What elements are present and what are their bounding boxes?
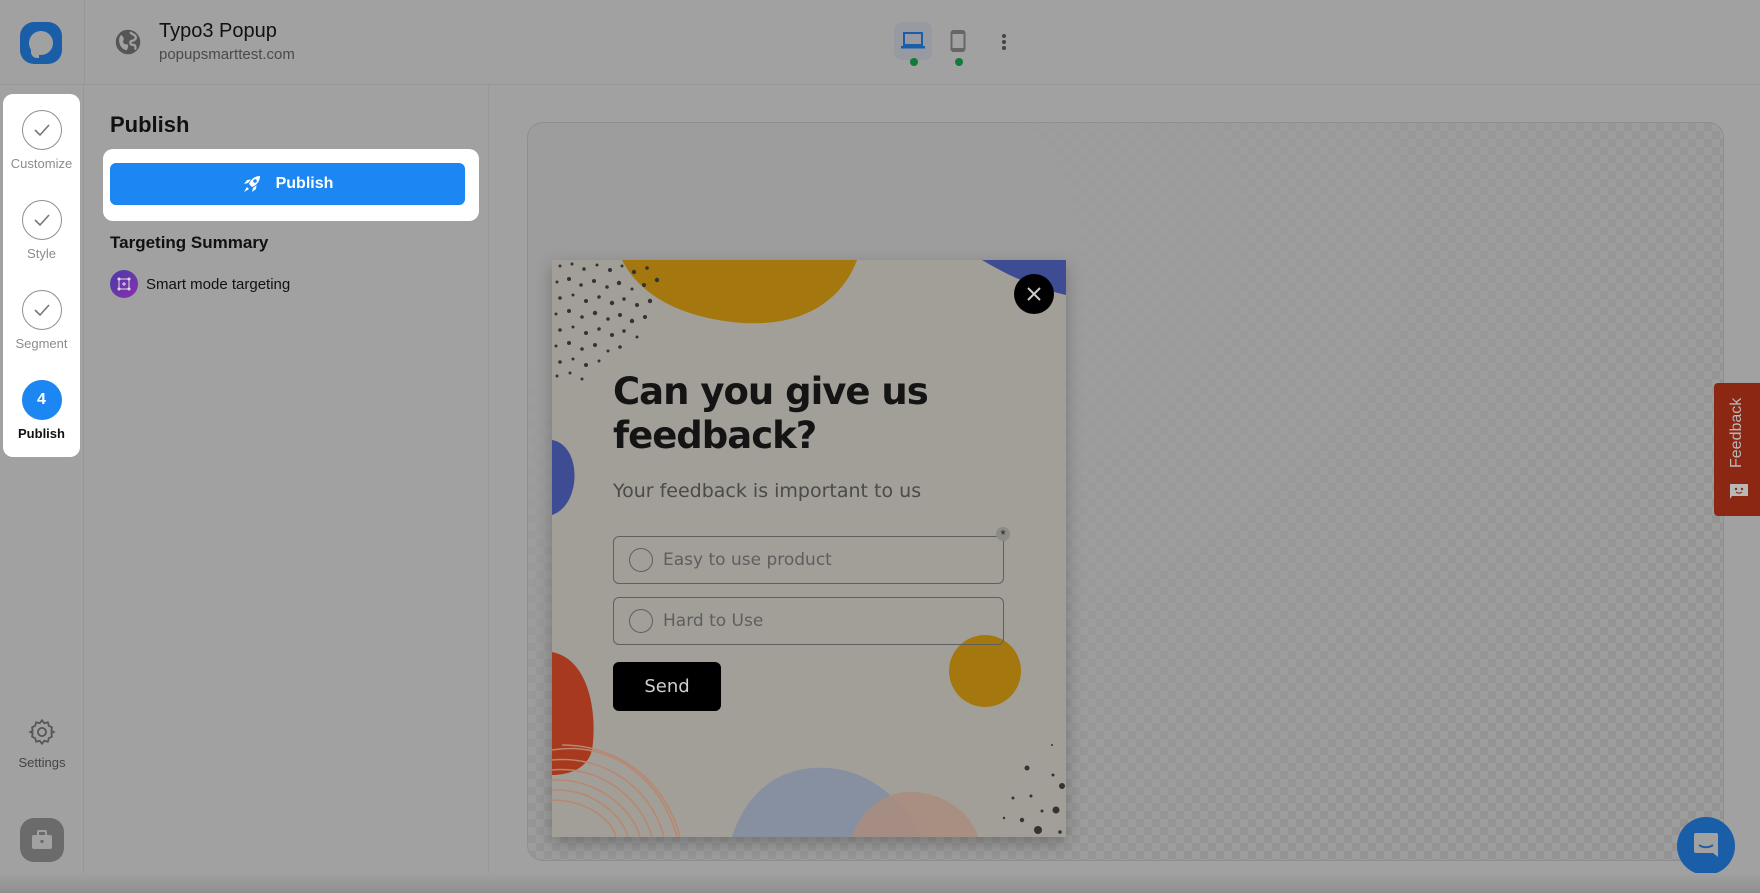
chat-launcher-button[interactable]	[1677, 817, 1735, 875]
chat-icon	[1694, 833, 1718, 857]
smart-mode-icon	[110, 270, 138, 298]
close-icon	[1027, 287, 1041, 301]
send-button[interactable]: Send	[613, 662, 721, 711]
targeting-summary-title: Targeting Summary	[110, 233, 269, 252]
publish-button[interactable]: Publish	[110, 163, 465, 205]
settings-button[interactable]: Settings	[0, 718, 84, 770]
gear-icon	[28, 718, 56, 746]
check-icon	[21, 110, 62, 150]
radio-button[interactable]	[629, 609, 653, 633]
step-customize[interactable]: Customize	[3, 110, 80, 171]
briefcase-button[interactable]	[20, 818, 64, 862]
feedback-tab[interactable]: Feedback	[1714, 383, 1760, 516]
smiley-message-icon	[1730, 484, 1748, 499]
option-label: Easy to use product	[663, 550, 832, 570]
check-icon	[21, 200, 62, 240]
check-icon	[21, 290, 62, 330]
site-url: popupsmarttest.com	[159, 46, 295, 63]
app-logo[interactable]	[20, 22, 62, 64]
rocket-icon	[243, 176, 260, 192]
publish-card: Publish	[103, 149, 479, 221]
popup-close-button[interactable]	[1014, 274, 1054, 314]
globe-icon	[115, 29, 141, 55]
step-number: 4	[21, 380, 62, 420]
option-hard-to-use[interactable]: Hard to Use	[613, 597, 1004, 645]
panel-title: Publish	[110, 112, 190, 137]
more-options-icon[interactable]	[997, 30, 1011, 54]
targeting-item: Smart mode targeting	[110, 270, 290, 298]
step-label: Customize	[10, 156, 73, 171]
popup-preview: Can you give us feedback? Your feedback …	[552, 260, 1066, 837]
step-segment[interactable]: Segment	[3, 290, 80, 351]
divider	[84, 0, 85, 85]
option-label: Hard to Use	[663, 611, 764, 631]
mobile-icon	[950, 30, 966, 52]
settings-label: Settings	[18, 755, 66, 770]
publish-button-label: Publish	[275, 175, 334, 192]
laptop-icon	[901, 32, 925, 49]
steps-nav: Customize Style Segment 4 Publish	[3, 94, 80, 457]
mobile-status-dot	[955, 58, 963, 66]
radio-button[interactable]	[629, 548, 653, 572]
popup-heading: Can you give us feedback?	[613, 370, 929, 457]
publish-panel: Publish Publish Targeting Summary Smart …	[85, 86, 489, 893]
briefcase-icon	[32, 830, 52, 849]
desktop-view-button[interactable]	[894, 22, 932, 60]
step-label: Publish	[18, 426, 65, 441]
step-style[interactable]: Style	[3, 200, 80, 261]
step-publish[interactable]: 4 Publish	[3, 380, 80, 441]
popup-subheading: Your feedback is important to us	[613, 480, 922, 502]
step-label: Style	[27, 246, 56, 261]
mobile-view-button[interactable]	[939, 22, 977, 60]
popup-title: Typo3 Popup	[159, 20, 277, 42]
step-label: Segment	[15, 336, 68, 351]
feedback-tab-label: Feedback	[1728, 397, 1745, 468]
top-bar: Typo3 Popup popupsmarttest.com	[0, 0, 1760, 85]
required-indicator: *	[996, 527, 1010, 542]
targeting-label: Smart mode targeting	[146, 275, 291, 293]
desktop-status-dot	[910, 58, 918, 66]
option-easy-to-use[interactable]: Easy to use product	[613, 536, 1004, 584]
